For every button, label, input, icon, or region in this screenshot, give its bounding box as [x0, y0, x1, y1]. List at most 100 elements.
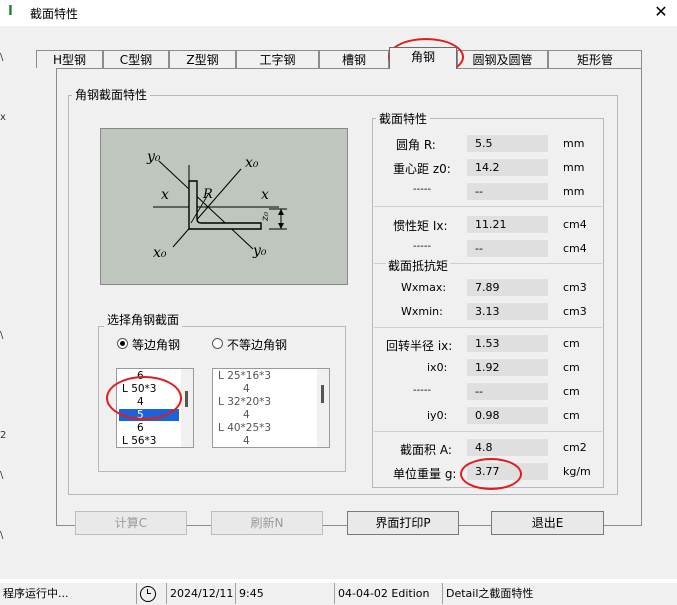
prop-value-iy0: 0.98 — [467, 407, 548, 424]
prop-label-radius-gyration: 回转半径 ix: — [386, 339, 453, 353]
tab-c-steel[interactable]: C型钢 — [103, 50, 169, 68]
prop-value-radius: 5.5 — [467, 135, 548, 152]
prop-unit: cm3 — [563, 281, 587, 294]
prop-value-wxmin: 3.13 — [467, 303, 548, 320]
list-item[interactable]: L 56*3 — [122, 435, 156, 447]
list-item[interactable]: L 25*16*3 — [218, 370, 271, 382]
list-item-selected[interactable]: 5 — [119, 409, 179, 421]
edge-fragment: \ — [0, 52, 4, 63]
status-detail: Detail之截面特性 — [442, 583, 677, 604]
prop-value-ix: 11.21 — [467, 216, 548, 233]
radio-equal-angle-label: 等边角钢 — [132, 338, 181, 352]
title-bar: I 截面特性 ✕ — [0, 0, 677, 26]
radio-equal-angle[interactable] — [117, 338, 128, 349]
refresh-button[interactable]: 刷新N — [211, 511, 323, 535]
modulus-title: 截面抵抗矩 — [386, 257, 451, 274]
prop-unit: mm — [563, 137, 585, 150]
tab-h-steel[interactable]: H型钢 — [36, 50, 103, 68]
tab-strip: H型钢 C型钢 Z型钢 工字钢 槽钢 角钢 圆钢及圆管 矩形管 — [36, 47, 642, 69]
edge-fragment: 2 — [0, 430, 7, 441]
exit-button[interactable]: 退出E — [491, 511, 604, 535]
prop-unit: cm4 — [563, 218, 587, 231]
edge-fragment: \ — [0, 470, 4, 481]
prop-value-weight: 3.77 — [467, 463, 548, 480]
list-item[interactable]: L 50*3 — [122, 383, 156, 395]
print-screen-button[interactable]: 界面打印P — [347, 511, 459, 535]
list-item[interactable]: 6 — [137, 422, 144, 434]
prop-value-blank: -- — [467, 183, 548, 200]
list-item[interactable]: L 32*20*3 — [218, 396, 271, 408]
prop-unit: cm4 — [563, 242, 587, 255]
prop-label-area: 截面积 A: — [400, 443, 452, 457]
prop-unit: cm3 — [563, 305, 587, 318]
prop-value-ix-gyration: 1.53 — [467, 335, 548, 352]
status-date: 2024/12/11 — [166, 583, 234, 604]
prop-label-wxmax: Wxmax: — [401, 281, 447, 294]
radio-unequal-angle[interactable] — [212, 338, 223, 349]
status-bar: 程序运行中... 2024/12/11 9:45 04-04-02 Editio… — [0, 583, 677, 605]
prop-unit: cm — [563, 361, 580, 374]
status-clock-pane — [136, 583, 164, 604]
list-item[interactable]: 4 — [243, 409, 250, 421]
list-item[interactable]: 4 — [137, 396, 144, 408]
tab-round-pipe[interactable]: 圆钢及圆管 — [457, 50, 548, 68]
label-y0-top: y₀ — [147, 149, 161, 165]
prop-unit: kg/m — [563, 465, 591, 478]
list-item[interactable]: 6 — [137, 370, 144, 382]
prop-value-blank: -- — [467, 240, 548, 257]
prop-value-area: 4.8 — [467, 439, 548, 456]
status-state: 程序运行中... — [3, 587, 69, 600]
prop-label-wxmin: Wxmin: — [401, 305, 443, 318]
label-x0-top: x₀ — [245, 155, 259, 171]
unequal-angle-listbox[interactable]: L 25*16*3 4 L 32*20*3 4 L 40*25*3 4 — [212, 368, 330, 448]
edge-fragment: \ — [0, 530, 4, 541]
scrollbar-thumb[interactable] — [185, 391, 188, 407]
prop-value-wxmax: 7.89 — [467, 279, 548, 296]
tab-angle-steel[interactable]: 角钢 — [389, 47, 457, 69]
status-edition: 04-04-02 Edition — [334, 583, 442, 604]
prop-label-ix0: ix0: — [427, 361, 448, 374]
label-radius: R — [203, 187, 213, 202]
section-props-title: 截面特性 — [376, 112, 431, 126]
prop-label-radius: 圆角 R: — [396, 138, 436, 152]
label-z0: z₀ — [260, 211, 272, 222]
list-item[interactable]: 4 — [243, 435, 250, 447]
angle-diagram: y₀ x₀ x x R z₀ x₀ y₀ — [100, 128, 348, 285]
prop-value-z0: 14.2 — [467, 159, 548, 176]
label-y0-bottom: y₀ — [253, 243, 267, 259]
listbox-scrollbar[interactable] — [317, 369, 329, 447]
prop-value-ix0: 1.92 — [467, 359, 548, 376]
list-item[interactable]: L 40*25*3 — [218, 422, 271, 434]
label-x-right: x — [261, 187, 269, 203]
prop-label-ix: 惯性矩 Ix: — [393, 219, 448, 233]
tab-i-beam[interactable]: 工字钢 — [236, 50, 319, 68]
calculate-button[interactable]: 计算C — [75, 511, 187, 535]
list-item[interactable]: 4 — [243, 383, 250, 395]
divider — [374, 431, 602, 432]
edge-fragment: \ — [0, 330, 4, 341]
divider — [374, 327, 602, 328]
prop-label-blank: ----- — [413, 241, 432, 252]
prop-label-blank: ----- — [413, 385, 432, 396]
prop-unit: cm — [563, 337, 580, 350]
listbox-scrollbar[interactable] — [181, 369, 193, 447]
tab-z-steel[interactable]: Z型钢 — [169, 50, 236, 68]
prop-value-blank: -- — [467, 383, 548, 400]
close-button[interactable]: ✕ — [650, 1, 672, 23]
edge-fragment: x — [0, 112, 6, 123]
app-icon: I — [8, 4, 13, 19]
label-x0-bottom: x₀ — [153, 245, 167, 261]
section-select-title: 选择角钢截面 — [104, 313, 183, 327]
prop-unit: cm — [563, 409, 580, 422]
prop-unit: cm2 — [563, 441, 587, 454]
prop-label-blank: ----- — [413, 184, 432, 195]
prop-label-z0: 重心距 z0: — [393, 162, 451, 176]
label-x-left: x — [161, 187, 169, 203]
scrollbar-thumb[interactable] — [321, 385, 324, 403]
prop-label-iy0: iy0: — [427, 409, 448, 422]
tab-channel[interactable]: 槽钢 — [319, 50, 389, 68]
prop-label-weight: 单位重量 g: — [393, 467, 457, 481]
equal-angle-listbox[interactable]: 6 L 50*3 4 5 6 L 56*3 — [116, 368, 194, 448]
tab-rect-pipe[interactable]: 矩形管 — [548, 50, 642, 68]
status-time: 9:45 — [235, 583, 333, 604]
